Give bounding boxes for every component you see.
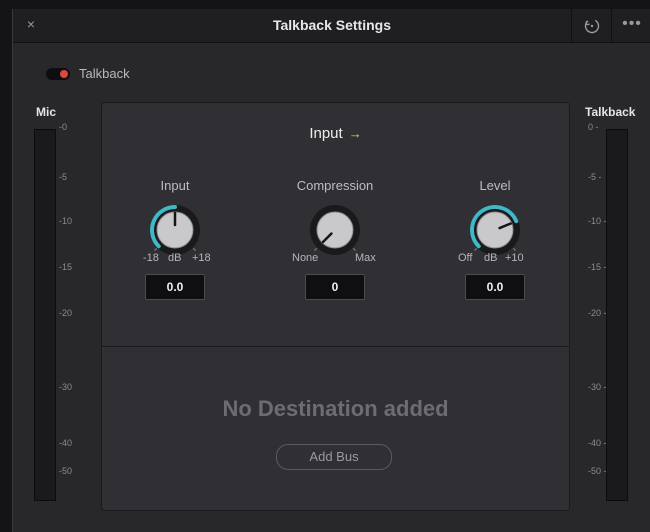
level-knob[interactable] [467, 202, 523, 258]
talkback-meter-tick: 0 - [588, 122, 599, 132]
knob-range-max: +10 [505, 252, 524, 264]
mic-meter-tick: -5 [59, 172, 68, 182]
arrow-right-icon: → [348, 126, 362, 141]
mic-level-meter [34, 129, 56, 501]
talkback-meter-tick: -40 - [588, 438, 607, 448]
input-knob-group: Input -18 dB +18 0.0 [115, 178, 235, 300]
talkback-toggle-label: Talkback [79, 66, 130, 81]
mic-meter-tick: -20 [59, 308, 73, 318]
toggle-indicator [60, 70, 68, 78]
section-title-text: Input [309, 125, 343, 142]
knob-range-max: Max [355, 252, 376, 264]
compression-value[interactable]: 0 [305, 274, 365, 300]
titlebar-divider [571, 9, 572, 42]
title-bar: × Talkback Settings ••• [13, 9, 650, 43]
talkback-meter-title: Talkback [585, 105, 636, 119]
knob-range-max: +18 [192, 252, 211, 264]
knob-range-unit: dB [168, 252, 182, 264]
knob-range-unit: dB [484, 252, 498, 264]
compression-knob-group: Compression None Max 0 [275, 178, 395, 300]
input-gain-value[interactable]: 0.0 [145, 274, 205, 300]
compression-knob[interactable] [307, 202, 363, 258]
mic-meter-title: Mic [36, 105, 57, 119]
talkback-toggle[interactable] [46, 68, 70, 80]
mic-meter-tick: -0 [59, 122, 68, 132]
reset-icon[interactable] [581, 15, 603, 37]
more-options-icon[interactable]: ••• [619, 15, 645, 37]
level-value[interactable]: 0.0 [465, 274, 525, 300]
no-destination-message: No Destination added [222, 396, 449, 421]
section-title: Input → [102, 125, 569, 142]
talkback-settings-window: × Talkback Settings ••• Talkback Mic -0 -… [12, 9, 650, 532]
input-knob-label: Input [160, 178, 190, 193]
level-knob-label: Level [479, 178, 511, 193]
talkback-meter-tick: -50 - [588, 466, 607, 476]
input-gain-knob[interactable] [147, 202, 203, 258]
talkback-meter-tick: -20 - [588, 308, 607, 318]
knob-range-min: None [292, 252, 319, 264]
mic-meter-tick: -15 [59, 262, 73, 272]
titlebar-divider [611, 9, 612, 42]
knob-range-min: -18 [143, 252, 159, 264]
talkback-meter-tick: -15 - [588, 262, 607, 272]
compression-knob-label: Compression [296, 178, 374, 193]
mic-meter-tick: -50 [59, 466, 73, 476]
input-panel: Input → Input -18 dB +18 0.0 Compression [101, 102, 570, 511]
knob-range-min: Off [458, 252, 473, 264]
panel-divider [102, 346, 569, 347]
talkback-level-meter [606, 129, 628, 501]
mic-meter-tick: -10 [59, 216, 73, 226]
talkback-meter-tick: -5 - [588, 172, 602, 182]
window-title: Talkback Settings [272, 17, 391, 33]
talkback-meter-tick: -10 - [588, 216, 607, 226]
talkback-meter-tick: -30 - [588, 382, 607, 392]
add-bus-button[interactable]: Add Bus [276, 444, 392, 470]
mic-meter-tick: -40 [59, 438, 73, 448]
mic-meter-tick: -30 [59, 382, 73, 392]
level-knob-group: Level Off dB +10 0.0 [435, 178, 555, 300]
